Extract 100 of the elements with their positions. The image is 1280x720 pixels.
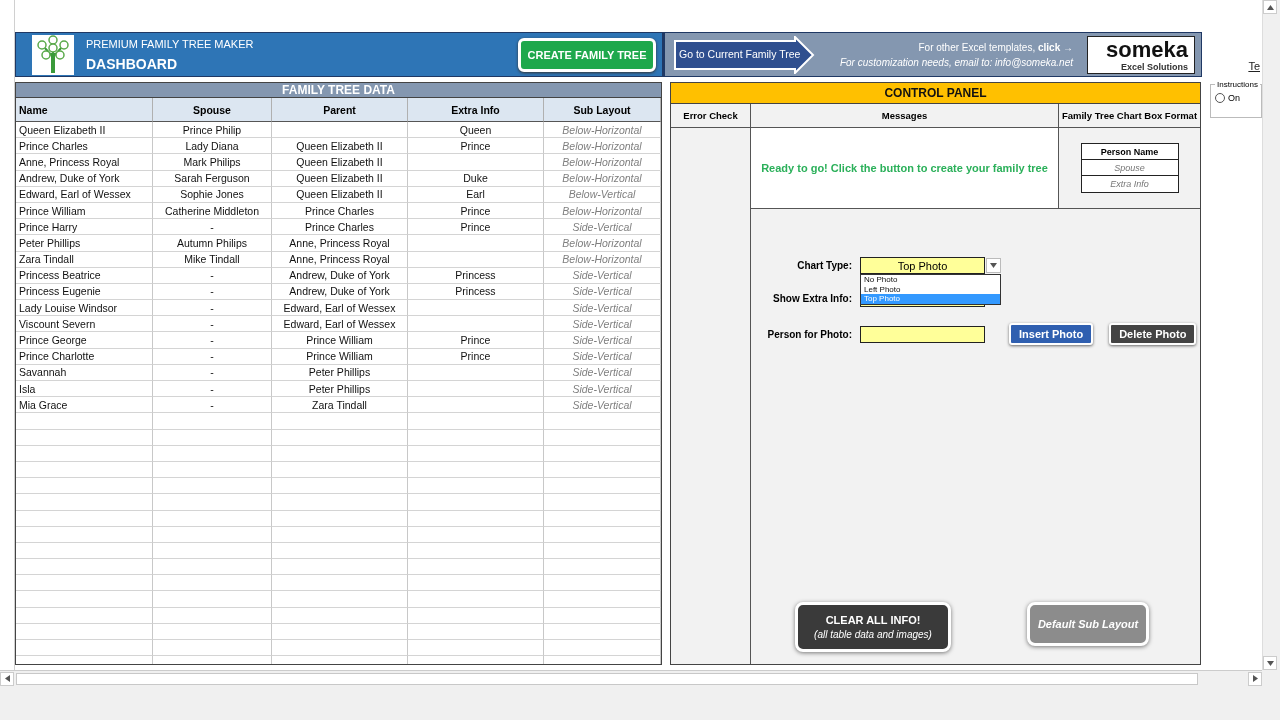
- table-cell: Queen Elizabeth II: [272, 138, 408, 155]
- table-cell: Zara Tindall: [16, 251, 153, 268]
- scroll-up-icon[interactable]: [1266, 4, 1274, 10]
- table-cell: Side-Vertical: [544, 267, 661, 284]
- table-cell: -: [153, 381, 272, 398]
- table-cell: -: [153, 348, 272, 365]
- table-cell: Lady Diana: [153, 138, 272, 155]
- table-cell: Autumn Philips: [153, 235, 272, 252]
- app-subtitle: PREMIUM FAMILY TREE MAKER: [86, 37, 255, 50]
- table-cell: Edward, Earl of Wessex: [272, 316, 408, 333]
- table-cell: Side-Vertical: [544, 283, 661, 301]
- table-cell: Andrew, Duke of York: [272, 283, 408, 301]
- table-cell: Isla: [16, 381, 153, 398]
- table-cell: Princess: [408, 283, 544, 301]
- table-cell: Below-Vertical: [544, 186, 661, 203]
- person-for-photo-field[interactable]: [860, 325, 985, 343]
- table-cell: Below-Horizontal: [544, 138, 661, 155]
- table-cell: Anne, Princess Royal: [272, 235, 408, 252]
- box-format-preview: Person Name Spouse Extra Info: [1080, 143, 1179, 193]
- table-cell: Anne, Princess Royal: [272, 251, 408, 268]
- caret-icon[interactable]: [990, 263, 997, 268]
- table-cell: Prince: [408, 138, 544, 155]
- table-cell: Edward, Earl of Wessex: [272, 300, 408, 317]
- table-cell: Mark Philips: [153, 154, 272, 171]
- delete-photo-button[interactable]: Delete Photo: [1109, 323, 1197, 345]
- table-cell: Edward, Earl of Wessex: [16, 186, 153, 203]
- clear-all-button[interactable]: CLEAR ALL INFO! (all table data and images): [795, 602, 951, 652]
- table-cell: Queen Elizabeth II: [272, 154, 408, 171]
- table-cell: Earl: [408, 186, 544, 203]
- table-cell: Peter Phillips: [272, 381, 408, 398]
- dropdown-option[interactable]: No Photo: [861, 275, 1000, 285]
- table-cell: Anne, Princess Royal: [16, 154, 153, 171]
- scroll-down-icon[interactable]: [1266, 660, 1274, 666]
- sheet-link[interactable]: Te: [1248, 60, 1260, 72]
- column-header: Name: [16, 98, 153, 122]
- table-cell: -: [153, 397, 272, 414]
- column-header: Error Check: [671, 104, 751, 128]
- control-panel-title: CONTROL PANEL: [671, 83, 1200, 104]
- table-cell: Below-Horizontal: [544, 251, 661, 268]
- table-cell: Princess: [408, 267, 544, 284]
- contact-email-text: For customization needs, email to: info@someka.net: [839, 56, 1073, 68]
- column-header: Parent: [272, 98, 408, 122]
- field-label: Person for Photo:: [766, 328, 852, 340]
- scroll-right-icon[interactable]: [1252, 675, 1258, 682]
- table-cell: Below-Horizontal: [544, 235, 661, 252]
- dashboard-title: DASHBOARD: [86, 55, 178, 72]
- table-cell: Queen Elizabeth II: [272, 170, 408, 187]
- table-cell: Prince George: [16, 332, 153, 349]
- table-cell: Catherine Middleton: [153, 202, 272, 220]
- table-cell: Viscount Severn: [16, 316, 153, 333]
- insert-photo-button[interactable]: Insert Photo: [1009, 323, 1094, 345]
- horizontal-scrollbar[interactable]: [0, 670, 1262, 686]
- table-cell: Prince Charles: [16, 138, 153, 155]
- column-header: Messages: [751, 104, 1059, 128]
- table-cell: Peter Phillips: [272, 364, 408, 381]
- table-cell: Prince William: [272, 332, 408, 349]
- table-cell: Lady Louise Windsor: [16, 300, 153, 317]
- table-cell: Prince: [408, 332, 544, 349]
- table-cell: Mia Grace: [16, 397, 153, 414]
- table-cell: Side-Vertical: [544, 397, 661, 414]
- go-to-tree-button[interactable]: Go to Current Family Tree: [673, 35, 815, 74]
- table-cell: Side-Vertical: [544, 316, 661, 333]
- table-cell: Prince: [408, 219, 544, 236]
- table-cell: Duke: [408, 170, 544, 187]
- table-cell: -: [153, 219, 272, 236]
- table-cell: Below-Horizontal: [544, 154, 661, 171]
- table-cell: Prince Philip: [153, 122, 272, 139]
- table-cell: Below-Horizontal: [544, 122, 661, 139]
- table-cell: Prince: [408, 348, 544, 365]
- table-cell: Prince Charles: [272, 202, 408, 220]
- scroll-left-icon[interactable]: [4, 675, 10, 682]
- table-cell: Prince Charlotte: [16, 348, 153, 365]
- table-cell: Side-Vertical: [544, 332, 661, 349]
- table-cell: Sarah Ferguson: [153, 170, 272, 187]
- dropdown-option[interactable]: Left Photo: [861, 284, 1000, 294]
- vertical-scrollbar[interactable]: [1262, 0, 1280, 670]
- table-cell: Queen Elizabeth II: [272, 186, 408, 203]
- table-cell: -: [153, 316, 272, 333]
- table-cell: -: [153, 300, 272, 317]
- field-label: Show Extra Info:: [772, 293, 852, 304]
- column-header: Spouse: [153, 98, 272, 122]
- brand-logo[interactable]: someka Excel Solutions: [1087, 35, 1195, 74]
- column-header: Family Tree Chart Box Format: [1059, 104, 1200, 128]
- column-header: Sub Layout: [544, 98, 661, 122]
- table-cell: Prince: [408, 202, 544, 220]
- dropdown-caret-button[interactable]: [986, 258, 1001, 273]
- table-cell: Sophie Jones: [153, 186, 272, 203]
- table-cell: Prince Charles: [272, 219, 408, 236]
- table-cell: Zara Tindall: [272, 397, 408, 414]
- table-cell: Prince William: [272, 348, 408, 365]
- table-cell: Peter Phillips: [16, 235, 153, 252]
- table-cell: -: [153, 283, 272, 301]
- tree-logo-icon: [32, 34, 74, 75]
- table-cell: Andrew, Duke of York: [16, 170, 153, 187]
- status-message: Ready to go! Click the button to create your family tree: [761, 162, 1048, 174]
- table-cell: Queen Elizabeth II: [16, 122, 153, 139]
- table-cell: Queen: [408, 122, 544, 139]
- table-cell: Princess Eugenie: [16, 283, 153, 301]
- table-cell: Princess Beatrice: [16, 267, 153, 284]
- instructions-radio[interactable]: On: [1215, 93, 1261, 103]
